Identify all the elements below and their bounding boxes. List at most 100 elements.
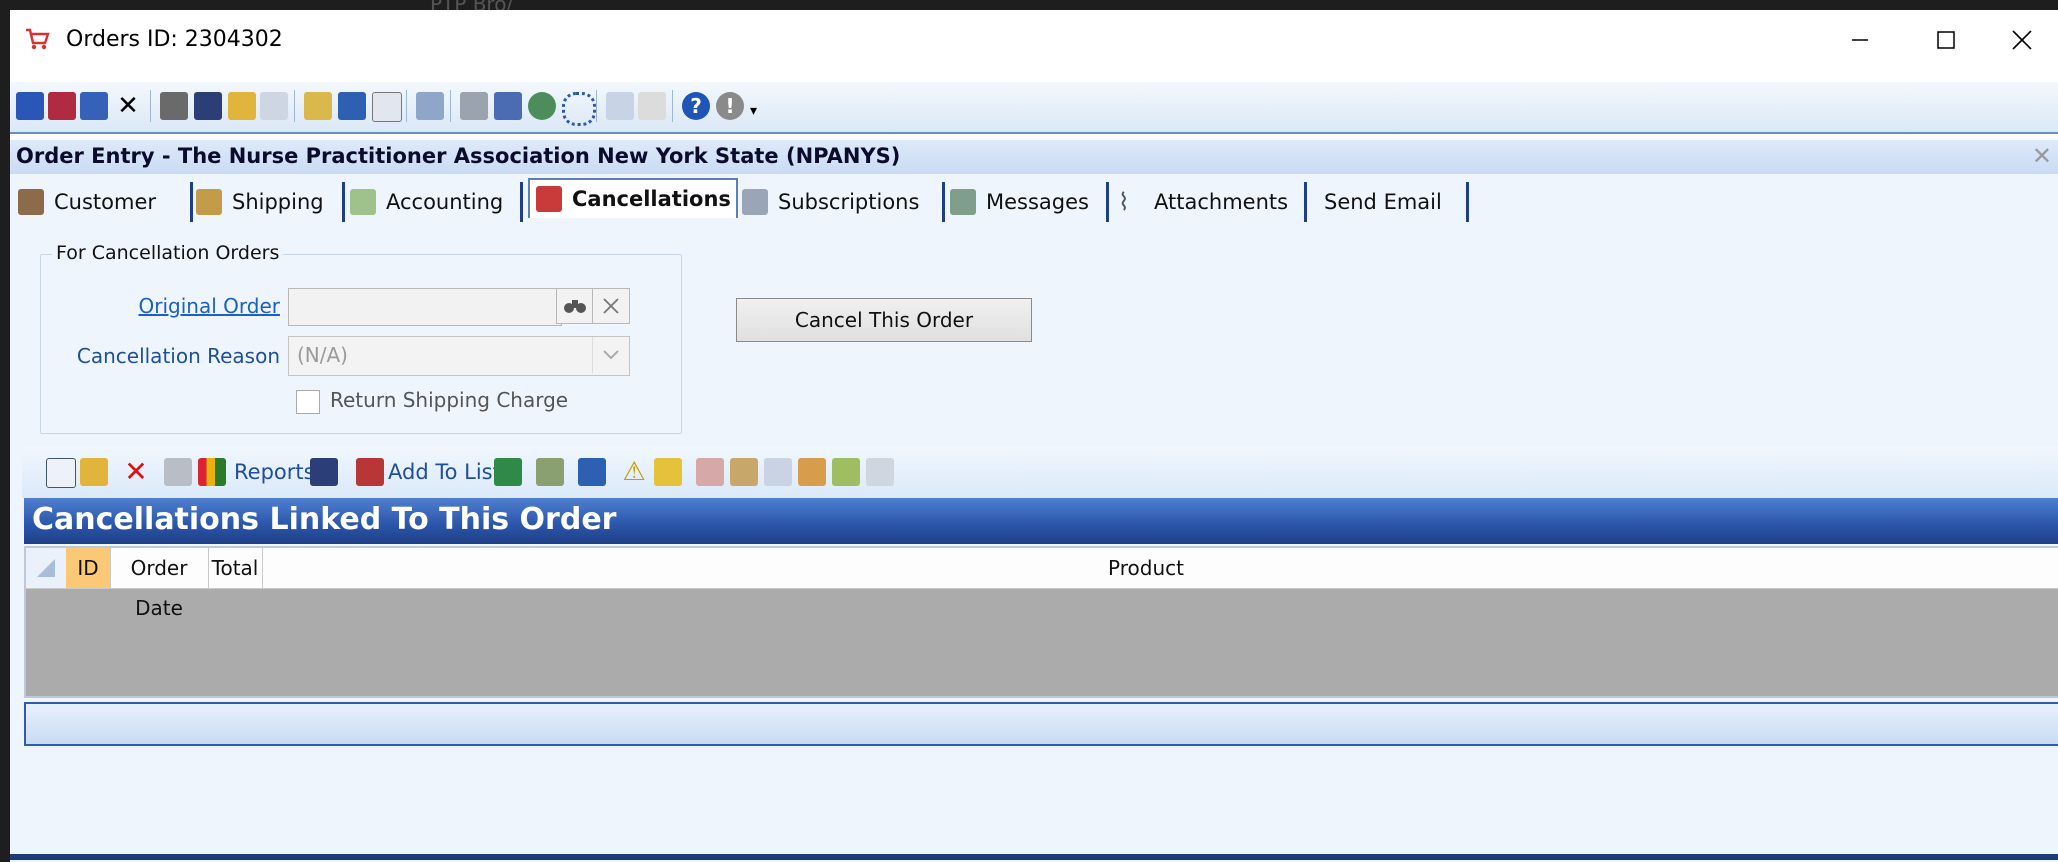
tab-accounting[interactable]: Accounting bbox=[350, 182, 523, 222]
tab-subscriptions[interactable]: Subscriptions bbox=[742, 182, 945, 222]
tab-label: Messages bbox=[986, 190, 1089, 214]
messages-icon bbox=[950, 189, 976, 215]
original-order-find-button[interactable] bbox=[556, 288, 594, 324]
column-header-id[interactable]: ID bbox=[66, 548, 111, 588]
panel-header: Order Entry - The Nurse Practitioner Ass… bbox=[10, 140, 2058, 174]
select-all-icon bbox=[37, 559, 55, 577]
tab-label: Attachments bbox=[1154, 190, 1289, 214]
globe-icon[interactable] bbox=[528, 92, 556, 120]
select-all-cell[interactable] bbox=[26, 548, 67, 588]
save-new-icon[interactable] bbox=[80, 92, 108, 120]
cart-icon bbox=[26, 28, 50, 50]
window-title: Orders ID: 2304302 bbox=[66, 27, 283, 52]
save-close-icon[interactable] bbox=[48, 92, 76, 120]
cancel-order-button[interactable]: Cancel This Order bbox=[736, 298, 1032, 342]
toolbar-separator bbox=[450, 90, 451, 122]
add-item-icon[interactable] bbox=[832, 458, 860, 486]
panel-close-icon[interactable]: ✕ bbox=[2032, 142, 2052, 170]
calculator-icon[interactable] bbox=[730, 458, 758, 486]
order-entry-panel: Order Entry - The Nurse Practitioner Ass… bbox=[10, 140, 2058, 862]
customer-icon bbox=[18, 189, 44, 215]
grid-banner: Cancellations Linked To This Order bbox=[24, 498, 2058, 544]
open-folder-icon[interactable] bbox=[228, 92, 256, 120]
reports-button[interactable]: Reports bbox=[234, 460, 315, 484]
tab-bar: Customer Shipping Accounting Cancellatio… bbox=[10, 178, 2058, 226]
column-header-product[interactable]: Product bbox=[262, 548, 2030, 588]
shipping-icon bbox=[196, 189, 222, 215]
edit-icon[interactable] bbox=[654, 458, 682, 486]
subscriptions-icon bbox=[742, 189, 768, 215]
users-icon[interactable] bbox=[798, 458, 826, 486]
tab-label: Send Email bbox=[1324, 190, 1442, 214]
tab-cancellations[interactable]: Cancellations bbox=[528, 178, 738, 218]
paperclip-icon: ⌇ bbox=[1118, 188, 1130, 216]
group-legend: For Cancellation Orders bbox=[52, 242, 284, 264]
print-icon[interactable] bbox=[160, 92, 188, 120]
tab-label: Accounting bbox=[386, 190, 504, 214]
maximize-button[interactable] bbox=[1916, 20, 1976, 60]
cancellations-grid[interactable]: ID Order Date Total Product bbox=[24, 546, 2058, 698]
grid-filter-bar[interactable] bbox=[24, 702, 2058, 746]
export-icon[interactable] bbox=[536, 458, 564, 486]
notes-icon[interactable] bbox=[638, 92, 666, 120]
tab-send-email[interactable]: Send Email bbox=[1314, 182, 1469, 222]
overflow-icon[interactable]: ▾ bbox=[750, 104, 764, 118]
add-to-list-button[interactable]: Add To List bbox=[388, 460, 501, 484]
original-order-clear-button[interactable] bbox=[592, 288, 630, 324]
cancellation-reason-label: Cancellation Reason bbox=[76, 344, 280, 368]
save-icon[interactable] bbox=[16, 92, 44, 120]
orders-window: Orders ID: 2304302 ✕ ? ! ▾ Order Entry -… bbox=[10, 10, 2058, 862]
chart-icon[interactable] bbox=[198, 458, 226, 486]
find-icon[interactable] bbox=[194, 92, 222, 120]
binoculars-icon bbox=[564, 300, 586, 313]
new-icon[interactable] bbox=[46, 458, 76, 488]
report-icon[interactable] bbox=[164, 458, 192, 486]
formula-icon[interactable] bbox=[866, 458, 894, 486]
close-icon bbox=[2012, 30, 2032, 50]
remove-icon[interactable] bbox=[696, 458, 724, 486]
panel-title: Order Entry - The Nurse Practitioner Ass… bbox=[16, 144, 901, 168]
refresh-icon[interactable] bbox=[578, 458, 606, 486]
add-to-list-icon[interactable] bbox=[356, 458, 384, 486]
maximize-icon bbox=[1937, 31, 1955, 49]
excel-icon[interactable] bbox=[494, 458, 522, 486]
return-shipping-checkbox[interactable] bbox=[296, 390, 320, 414]
column-header-total[interactable]: Total bbox=[208, 548, 263, 588]
warning-icon[interactable]: ⚠ bbox=[620, 458, 648, 486]
wizard-icon[interactable] bbox=[304, 92, 332, 120]
original-order-link[interactable]: Original Order bbox=[70, 294, 280, 318]
close-button[interactable] bbox=[1992, 20, 2052, 60]
tab-label: Shipping bbox=[232, 190, 324, 214]
notes-icon[interactable] bbox=[764, 458, 792, 486]
title-bar: Orders ID: 2304302 bbox=[10, 10, 2058, 70]
help-icon[interactable]: ? bbox=[682, 92, 710, 120]
import-icon[interactable] bbox=[606, 92, 634, 120]
cancellation-reason-value: (N/A) bbox=[297, 343, 348, 367]
tab-messages[interactable]: Messages bbox=[950, 182, 1109, 222]
tab-attachments[interactable]: ⌇ Attachments bbox=[1118, 182, 1307, 222]
delete-icon[interactable]: ✕ bbox=[122, 458, 150, 486]
link-icon[interactable] bbox=[416, 92, 444, 120]
minimize-button[interactable] bbox=[1830, 20, 1890, 60]
find-icon[interactable] bbox=[310, 458, 338, 486]
accounting-icon bbox=[350, 189, 376, 215]
open-folder-icon[interactable] bbox=[80, 458, 108, 486]
cancellation-reason-select[interactable]: (N/A) bbox=[288, 336, 630, 376]
original-order-input[interactable] bbox=[288, 288, 562, 326]
tab-customer[interactable]: Customer bbox=[18, 182, 193, 222]
cycle-icon[interactable] bbox=[562, 92, 596, 126]
copy-icon[interactable] bbox=[494, 92, 522, 120]
grid-title: Cancellations Linked To This Order bbox=[32, 502, 617, 537]
column-header-order-date[interactable]: Order Date bbox=[110, 548, 209, 620]
info-icon[interactable]: ! bbox=[716, 92, 744, 120]
refresh-icon[interactable] bbox=[338, 92, 366, 120]
tab-shipping[interactable]: Shipping bbox=[196, 182, 345, 222]
minimize-icon bbox=[1852, 39, 1868, 41]
table-icon[interactable] bbox=[460, 92, 488, 120]
list-icon[interactable] bbox=[260, 92, 288, 120]
id-icon[interactable] bbox=[372, 92, 402, 122]
delete-icon[interactable]: ✕ bbox=[114, 92, 142, 120]
chevron-down-icon bbox=[592, 337, 629, 373]
clear-icon bbox=[603, 298, 619, 314]
toolbar-separator bbox=[150, 90, 151, 122]
